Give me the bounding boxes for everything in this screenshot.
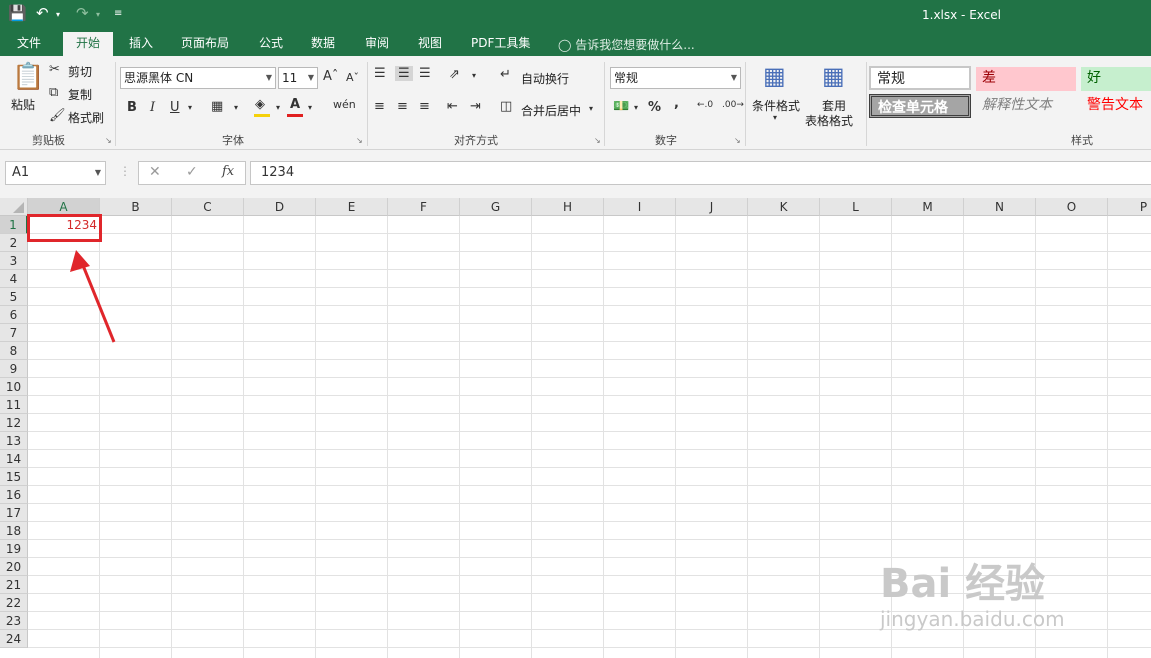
watermark-brand: Bai 经验: [880, 561, 1046, 607]
baidu-watermark: Bai 经验 jingyan.baidu.com: [880, 535, 1140, 635]
arrow-head: [70, 250, 90, 272]
watermark-url: jingyan.baidu.com: [880, 607, 1065, 631]
arrow-shaft: [78, 257, 116, 343]
